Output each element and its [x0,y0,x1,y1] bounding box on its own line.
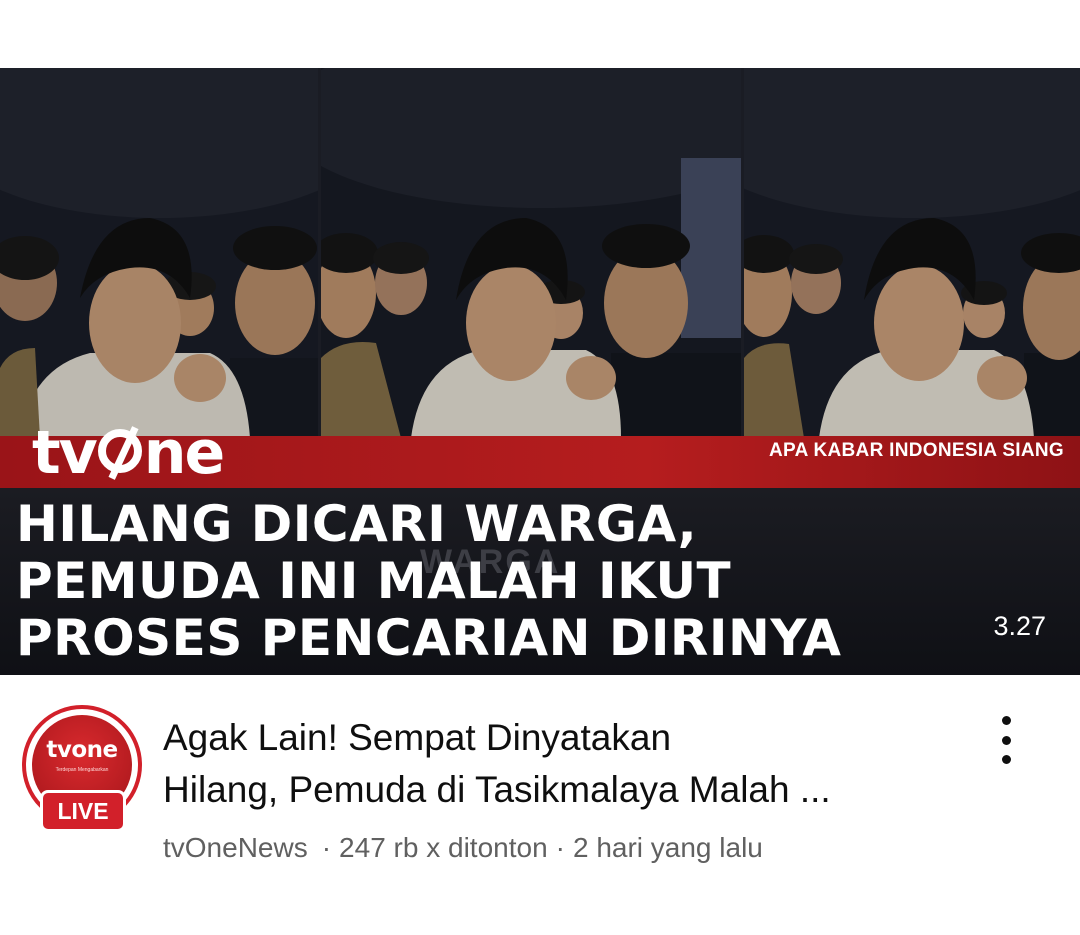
more-dot [1001,735,1011,745]
video-thumbnail[interactable]: APA KABAR INDONESIA SIANG WARGA HILANG D… [0,68,1080,675]
view-count: 247 rb x ditonton [339,832,548,863]
video-card: APA KABAR INDONESIA SIANG WARGA HILANG D… [0,0,1080,935]
thumbnail-scene-center [321,68,741,438]
thumbnail-scene-left [0,68,318,438]
upload-age: 2 hari yang lalu [572,832,763,863]
meta-separator: · [321,832,332,863]
meta-separator: · [555,832,565,863]
tvone-o-mark-icon [97,429,142,473]
video-title-line: Agak Lain! Sempat Dinyatakan [163,717,672,758]
avatar-tagline: Terdepan Mengabarkan [55,767,109,773]
video-title-line: Hilang, Pemuda di Tasikmalaya Malah ... [163,769,831,810]
video-title[interactable]: Agak Lain! Sempat Dinyatakan Hilang, Pem… [163,712,953,816]
program-name: APA KABAR INDONESIA SIANG [769,440,1064,461]
more-dot [1001,716,1011,725]
more-vert-icon[interactable] [986,712,1026,768]
headline-line: HILANG DICARI WARGA, [16,495,698,553]
headline-line: PEMUDA INI MALAH IKUT [16,552,732,610]
headline-line: PROSES PENCARIAN DIRINYA [16,609,842,667]
thumbnail-headline: HILANG DICARI WARGA, PEMUDA INI MALAH IK… [16,496,842,667]
more-dot [1001,755,1011,764]
video-meta: tvOneNews · 247 rb x ditonton · 2 hari yang … [163,832,763,864]
thumbnail-scene-right [744,68,1080,438]
video-duration: 3.27 [993,611,1046,641]
tvone-logo: tv ne [32,418,225,488]
headline-area: WARGA HILANG DICARI WARGA, PEMUDA INI MA… [0,488,1080,675]
avatar-logo: tvone [46,737,118,763]
live-badge: LIVE [40,790,126,832]
channel-name[interactable]: tvOneNews [163,832,308,863]
